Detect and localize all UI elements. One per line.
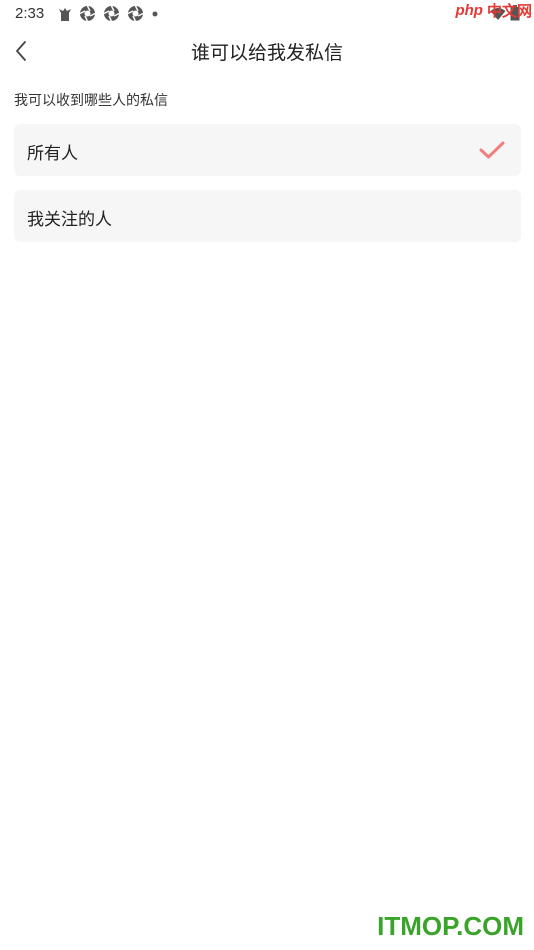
status-icons [58, 5, 159, 22]
option-everyone[interactable]: 所有人 [14, 124, 521, 176]
aperture-icon [103, 5, 120, 22]
option-following[interactable]: 我关注的人 [14, 190, 521, 242]
dot-icon [151, 10, 159, 18]
watermark-php: php [453, 2, 485, 19]
aperture-icon [127, 5, 144, 22]
status-time: 2:33 [15, 5, 45, 22]
check-icon [479, 141, 505, 159]
section-label: 我可以收到哪些人的私信 [14, 93, 168, 109]
page-title: 谁可以给我发私信 [190, 42, 343, 64]
screen: 2:33 php 中文网 谁可以给我发私信 我可以收到哪些人的私信 所有人 我关… [0, 0, 534, 950]
status-bar: 2:33 php 中文网 [0, 0, 534, 28]
watermark-top: php 中文网 [453, 0, 532, 21]
notification-app-icon [58, 6, 72, 22]
watermark-bottom: ITMOP.COM [377, 911, 524, 941]
aperture-icon [79, 5, 96, 22]
watermark-cn: 中文网 [486, 2, 532, 20]
nav-bar: 谁可以给我发私信 [0, 28, 534, 74]
option-label: 我关注的人 [27, 210, 112, 230]
option-label: 所有人 [27, 144, 78, 164]
